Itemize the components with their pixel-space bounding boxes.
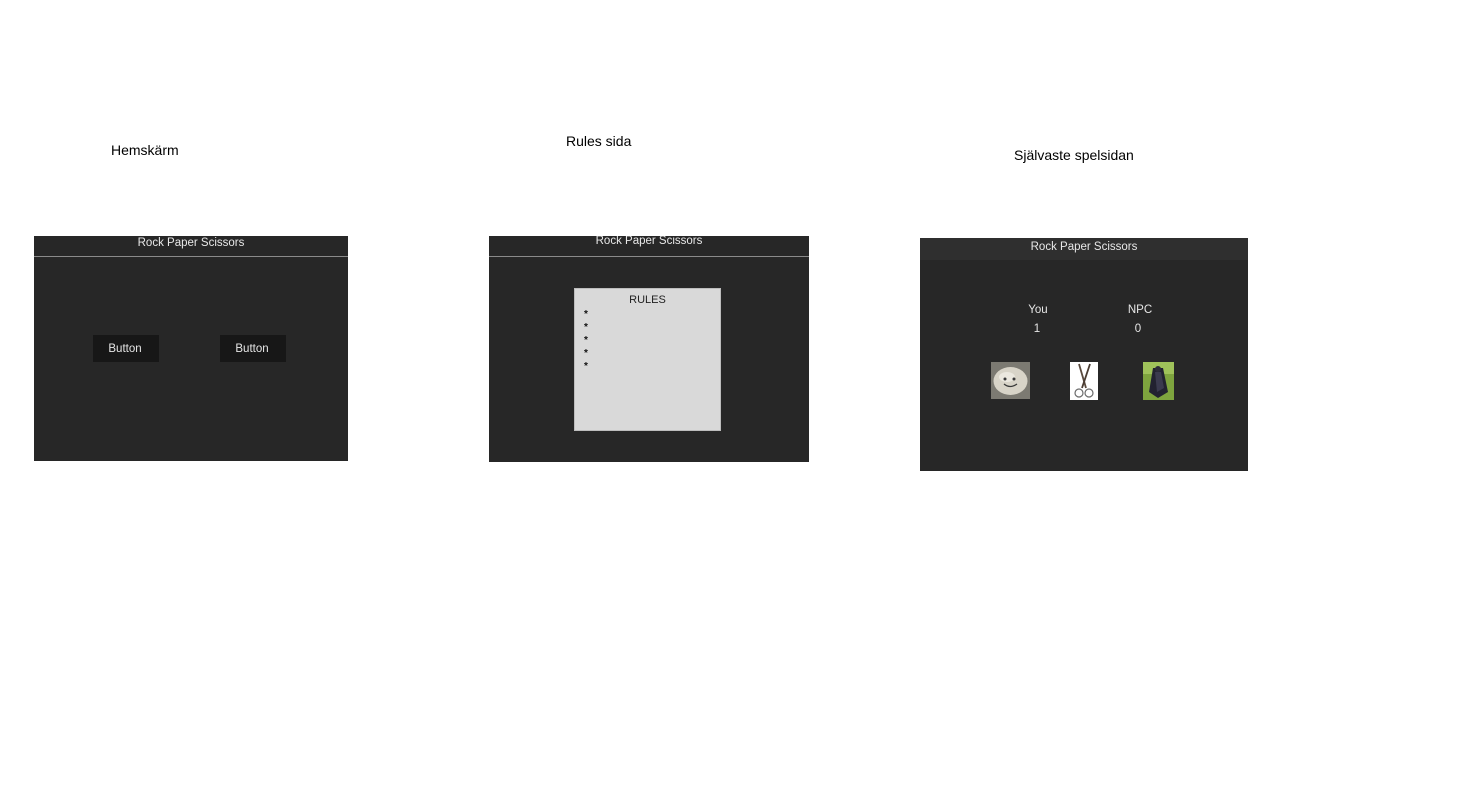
rule-item: *: [584, 309, 588, 320]
rules-screen-caption: Rules sida: [566, 133, 632, 149]
paper-icon: [1143, 362, 1174, 400]
home-button-right[interactable]: Button: [220, 335, 286, 362]
rule-item: *: [584, 322, 588, 333]
rules-screen-mockup: Rock Paper Scissors RULES * * * * *: [489, 236, 809, 462]
game-screen-caption: Självaste spelsidan: [1014, 147, 1134, 163]
rule-item: *: [584, 335, 588, 346]
paper-choice-button[interactable]: [1143, 362, 1174, 400]
rock-choice-button[interactable]: [991, 362, 1030, 399]
rule-item: *: [584, 348, 588, 359]
rules-list: * * * * *: [584, 308, 588, 373]
rules-heading: RULES: [629, 294, 666, 306]
scissors-choice-button[interactable]: [1070, 362, 1098, 400]
title-divider: [34, 256, 348, 257]
npc-score: 0: [1134, 323, 1142, 335]
app-title: Rock Paper Scissors: [1030, 241, 1138, 253]
rule-item: *: [584, 361, 588, 372]
player-score: 1: [1033, 323, 1041, 335]
player-label: You: [1028, 304, 1048, 316]
app-title: Rock Paper Scissors: [595, 236, 703, 247]
home-button-left[interactable]: Button: [93, 335, 159, 362]
rock-icon: [991, 362, 1030, 399]
home-screen-mockup: Rock Paper Scissors Button Button: [34, 236, 348, 461]
rules-card: RULES * * * * *: [574, 288, 721, 431]
home-screen-caption: Hemskärm: [111, 142, 179, 158]
app-title: Rock Paper Scissors: [137, 237, 245, 249]
title-divider: [489, 256, 809, 257]
npc-label: NPC: [1127, 304, 1153, 316]
game-screen-mockup: Rock Paper Scissors You NPC 1 0: [920, 238, 1248, 471]
scissors-icon: [1070, 362, 1098, 400]
